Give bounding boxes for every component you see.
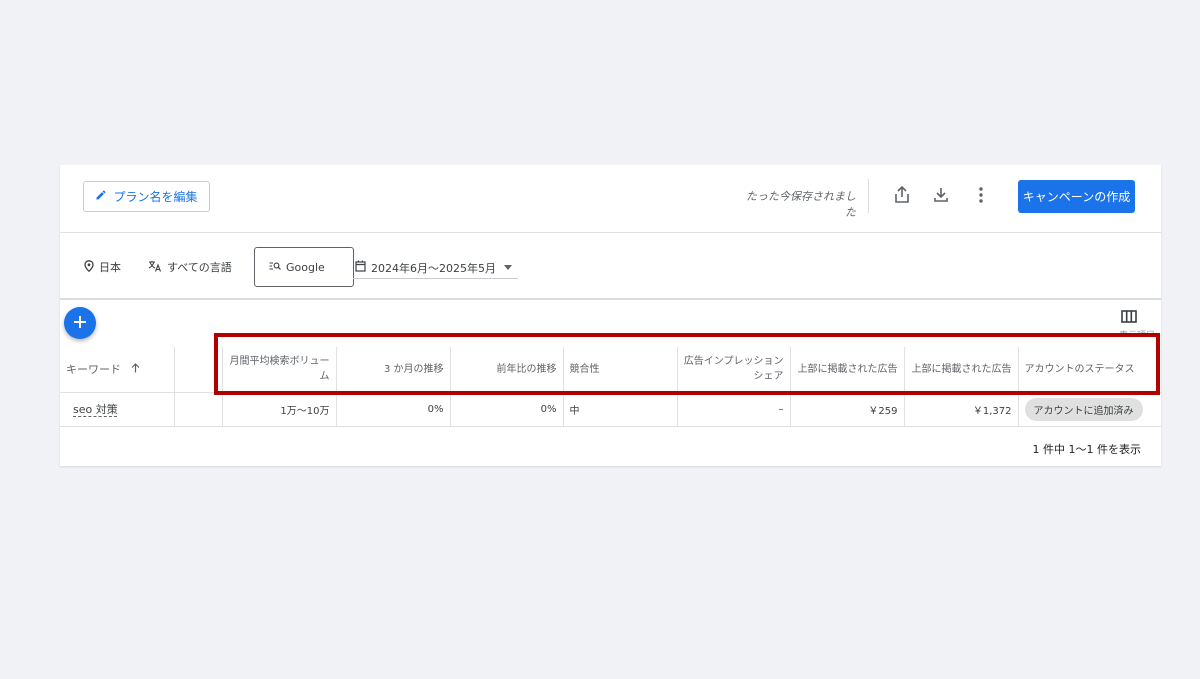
impression-share-cell: – bbox=[677, 392, 791, 426]
plus-icon bbox=[73, 314, 87, 333]
impression-share-header[interactable]: 広告インプレッション シェア bbox=[677, 347, 791, 392]
network-label: Google bbox=[286, 260, 325, 274]
more-vert-icon bbox=[979, 187, 983, 207]
table-row: seo 対策 1万〜10万 0% 0% 中 – ￥259 ￥1,372 アカウン… bbox=[60, 392, 1161, 426]
account-status-header[interactable]: アカウントのステータス bbox=[1018, 347, 1161, 392]
filter-bar: 日本 すべての言語 Google 2024年6月〜2025年5月 bbox=[60, 233, 1161, 300]
add-keyword-button[interactable] bbox=[64, 307, 96, 339]
language-label: すべての言語 bbox=[167, 261, 232, 274]
more-options-button[interactable] bbox=[968, 184, 994, 210]
top-bid-high-header[interactable]: 上部に掲載された広告 bbox=[904, 347, 1019, 392]
yoy-change-header[interactable]: 前年比の推移 bbox=[450, 347, 564, 392]
network-filter[interactable]: Google bbox=[254, 247, 354, 287]
columns-button[interactable] bbox=[1121, 308, 1141, 324]
plan-header: プラン名を編集 たった今保存されました キャンペーンの作成 bbox=[60, 165, 1161, 233]
download-button[interactable] bbox=[928, 184, 954, 210]
pencil-icon bbox=[95, 189, 107, 204]
columns-label: 表示項目 bbox=[1118, 331, 1155, 336]
pagination-summary: 1 件中 1〜1 件を表示 bbox=[1032, 443, 1142, 456]
edit-plan-name-button[interactable]: プラン名を編集 bbox=[83, 181, 210, 212]
saved-status: たった今保存されました bbox=[746, 190, 856, 219]
calendar-icon bbox=[355, 260, 366, 275]
status-badge[interactable]: アカウントに追加済み bbox=[1024, 397, 1143, 421]
spacer-cell bbox=[174, 392, 223, 426]
keyword-link[interactable]: seo 対策 bbox=[73, 403, 118, 416]
sort-ascending-icon bbox=[131, 362, 140, 377]
competition-cell: 中 bbox=[563, 392, 678, 426]
keyword-table: キーワード 月間平均検索ボリューム 3 か月の推移 前年比の推移 競合性 広告イ… bbox=[60, 347, 1161, 427]
table-header-row: キーワード 月間平均検索ボリューム 3 か月の推移 前年比の推移 競合性 広告イ… bbox=[60, 347, 1161, 392]
top-bid-low-header[interactable]: 上部に掲載された広告 bbox=[790, 347, 905, 392]
edit-plan-name-label: プラン名を編集 bbox=[113, 190, 198, 204]
date-range-label: 2024年6月〜2025年5月 bbox=[371, 261, 496, 275]
location-label: 日本 bbox=[99, 261, 121, 274]
share-button[interactable] bbox=[889, 184, 915, 210]
keyword-column-header[interactable]: キーワード bbox=[60, 347, 175, 392]
keyword-cell[interactable]: seo 対策 bbox=[60, 392, 175, 426]
three-month-change-header[interactable]: 3 か月の推移 bbox=[336, 347, 451, 392]
account-status-cell: アカウントに追加済み bbox=[1018, 392, 1161, 426]
share-icon bbox=[894, 185, 910, 208]
create-campaign-button[interactable]: キャンペーンの作成 bbox=[1018, 180, 1135, 213]
date-range-select[interactable]: 2024年6月〜2025年5月 bbox=[353, 257, 518, 279]
spacer-column-header bbox=[174, 347, 223, 392]
monthly-volume-cell: 1万〜10万 bbox=[222, 392, 337, 426]
location-filter[interactable]: 日本 bbox=[84, 259, 121, 275]
three-month-change-cell: 0% bbox=[336, 392, 451, 426]
top-bid-high-cell: ￥1,372 bbox=[904, 392, 1019, 426]
language-filter[interactable]: すべての言語 bbox=[148, 259, 232, 275]
monthly-volume-header[interactable]: 月間平均検索ボリューム bbox=[222, 347, 337, 392]
competition-header[interactable]: 競合性 bbox=[563, 347, 678, 392]
keyword-plan-panel: プラン名を編集 たった今保存されました キャンペーンの作成 日本 すべての言語 … bbox=[60, 165, 1161, 466]
location-pin-icon bbox=[84, 259, 94, 275]
header-divider bbox=[868, 179, 869, 213]
chevron-down-icon bbox=[504, 265, 512, 270]
yoy-change-cell: 0% bbox=[450, 392, 564, 426]
search-network-icon bbox=[269, 261, 281, 274]
top-bid-low-cell: ￥259 bbox=[790, 392, 905, 426]
download-icon bbox=[933, 187, 949, 207]
translate-icon bbox=[148, 260, 162, 275]
columns-icon bbox=[1121, 308, 1137, 327]
